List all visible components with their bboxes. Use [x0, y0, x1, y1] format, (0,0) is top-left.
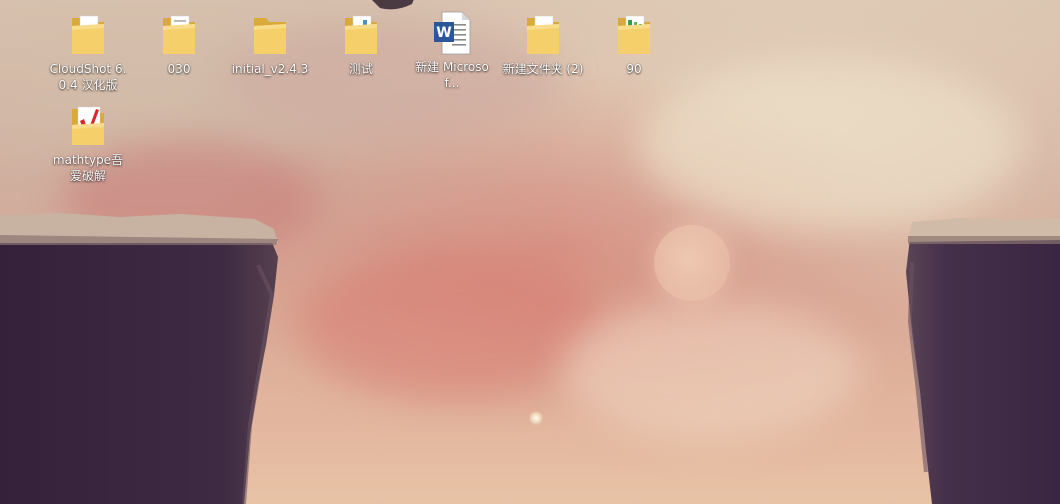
folder-icon	[163, 15, 195, 54]
svg-text:W: W	[436, 25, 451, 41]
desktop-icon-ceshi[interactable]: 测试	[320, 12, 402, 77]
folder-icon	[254, 18, 286, 54]
wallpaper-sun	[654, 225, 730, 301]
folder-icon	[345, 15, 377, 54]
desktop-icon-mathtype[interactable]: mathtype吾爱破解	[47, 103, 129, 184]
left-cliff	[0, 205, 285, 504]
wallpaper-cloud	[300, 250, 600, 400]
wallpaper-sparkle	[529, 411, 543, 425]
desktop-icon-word-doc[interactable]: W 新建 Microsof...	[411, 10, 493, 91]
desktop-icon-label: CloudShot 6.0.4 汉化版	[49, 62, 127, 92]
right-cliff	[900, 212, 1060, 504]
desktop-icon-90[interactable]: 90	[593, 12, 675, 77]
desktop-icon-label: 新建 Microsof...	[415, 60, 489, 90]
desktop-icon-new-folder-2[interactable]: 新建文件夹 (2)	[502, 12, 584, 77]
folder-icon	[618, 15, 650, 54]
folder-icon	[527, 15, 559, 54]
wallpaper-cloud	[560, 300, 860, 440]
desktop-icon-label: initial_v2.4.3	[231, 62, 309, 76]
wallpaper-cloud	[640, 60, 1020, 230]
desktop-icon-cloudshot[interactable]: CloudShot 6.0.4 汉化版	[47, 12, 129, 93]
word-document-icon: W	[434, 11, 471, 55]
desktop-icon-label: mathtype吾爱破解	[52, 153, 124, 183]
folder-icon	[72, 15, 104, 54]
desktop-icon-030[interactable]: 030	[138, 12, 220, 77]
mathtype-icon	[72, 106, 104, 145]
desktop-icon-label: 新建文件夹 (2)	[502, 62, 584, 76]
desktop-icon-initial[interactable]: initial_v2.4.3	[229, 12, 311, 77]
desktop-icon-label: 测试	[348, 62, 373, 76]
desktop-wallpaper: CloudShot 6.0.4 汉化版 030 initial_v2.4.3 测…	[0, 0, 1060, 504]
desktop-icon-label: 030	[167, 62, 191, 76]
desktop-icon-label: 90	[626, 62, 642, 76]
